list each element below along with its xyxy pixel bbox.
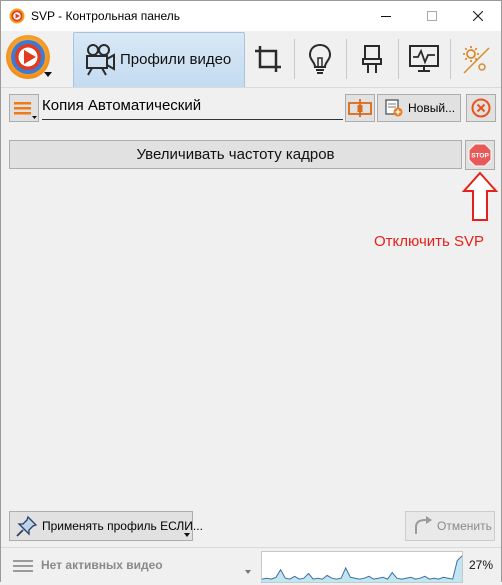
frame-rate-toggle-button[interactable]: Увеличивать частоту кадров [9, 140, 462, 169]
hamburger-menu-icon [14, 102, 37, 119]
apply-profile-if-button[interactable]: Применять профиль ЕСЛИ... [9, 511, 203, 541]
up-arrow-annotation-icon [461, 171, 499, 221]
stop-sign-icon: STOP [468, 143, 492, 167]
toolbar-divider [450, 39, 451, 79]
close-icon [473, 11, 483, 21]
profile-menu-button[interactable] [9, 94, 39, 122]
disable-svp-annotation: Отключить SVP [374, 233, 485, 250]
apply-profile-label: Применять профиль ЕСЛИ... [42, 519, 203, 533]
delete-profile-button[interactable] [466, 94, 496, 122]
status-bar: Нет активных видео 27% [1, 547, 501, 583]
toolbar-divider [294, 39, 295, 79]
tab-video-profiles-label: Профили видео [120, 51, 232, 68]
svp-logo-icon [9, 8, 25, 24]
minimize-icon [381, 16, 391, 17]
pin-icon [16, 515, 38, 537]
close-button[interactable] [455, 1, 501, 31]
undo-arrow-icon [415, 516, 432, 534]
maximize-icon [427, 11, 437, 21]
maximize-button[interactable] [409, 1, 455, 31]
stop-sign-text: STOP [471, 153, 489, 160]
cpu-usage-graph [261, 551, 463, 583]
cancel-button[interactable]: Отменить [405, 511, 495, 541]
stop-svp-button[interactable]: STOP [465, 140, 495, 170]
video-camera-icon [86, 44, 115, 76]
profile-settings-button[interactable] [345, 94, 375, 122]
settings-tool-button[interactable] [453, 37, 497, 81]
connector-icon [362, 45, 382, 73]
monitor-tool-button[interactable] [402, 37, 446, 81]
minimize-button[interactable] [363, 1, 409, 31]
dropdown-caret-icon[interactable] [245, 570, 251, 574]
svp-main-logo[interactable] [4, 33, 54, 83]
main-toolbar: Профили видео [1, 31, 501, 88]
cancel-label: Отменить [437, 519, 492, 533]
settings-gear-icon [463, 46, 490, 74]
lighting-tool-button[interactable] [298, 37, 342, 81]
profile-row: Копия Автоматический Новый... [9, 93, 496, 122]
close-circle-icon [471, 98, 491, 118]
app-window: SVP - Контрольная панель Профили видео К… [0, 0, 502, 583]
crop-icon [255, 46, 281, 72]
toolbar-divider [346, 39, 347, 79]
crop-tool-button[interactable] [246, 37, 290, 81]
title-bar: SVP - Контрольная панель [1, 1, 501, 31]
sliders-icon [348, 99, 372, 117]
window-title: SVP - Контрольная панель [31, 9, 181, 23]
new-profile-button[interactable]: Новый... [377, 94, 461, 122]
toolbar-divider [398, 39, 399, 79]
new-profile-label: Новый... [408, 101, 456, 115]
outputs-tool-button[interactable] [350, 37, 394, 81]
cpu-usage-sparkline [261, 555, 463, 582]
status-text: Нет активных видео [41, 558, 163, 572]
lightbulb-icon [308, 43, 332, 74]
cpu-percent: 27% [469, 558, 494, 572]
monitor-icon [409, 45, 439, 72]
cpu-graph-line [261, 555, 463, 580]
new-document-icon [385, 99, 403, 117]
hamburger-menu-icon[interactable] [13, 559, 35, 573]
profile-name-field[interactable]: Копия Автоматический [42, 94, 343, 120]
svp-logo-icon [6, 35, 52, 79]
tab-video-profiles[interactable]: Профили видео [73, 32, 245, 87]
dropdown-caret-icon [184, 533, 190, 537]
